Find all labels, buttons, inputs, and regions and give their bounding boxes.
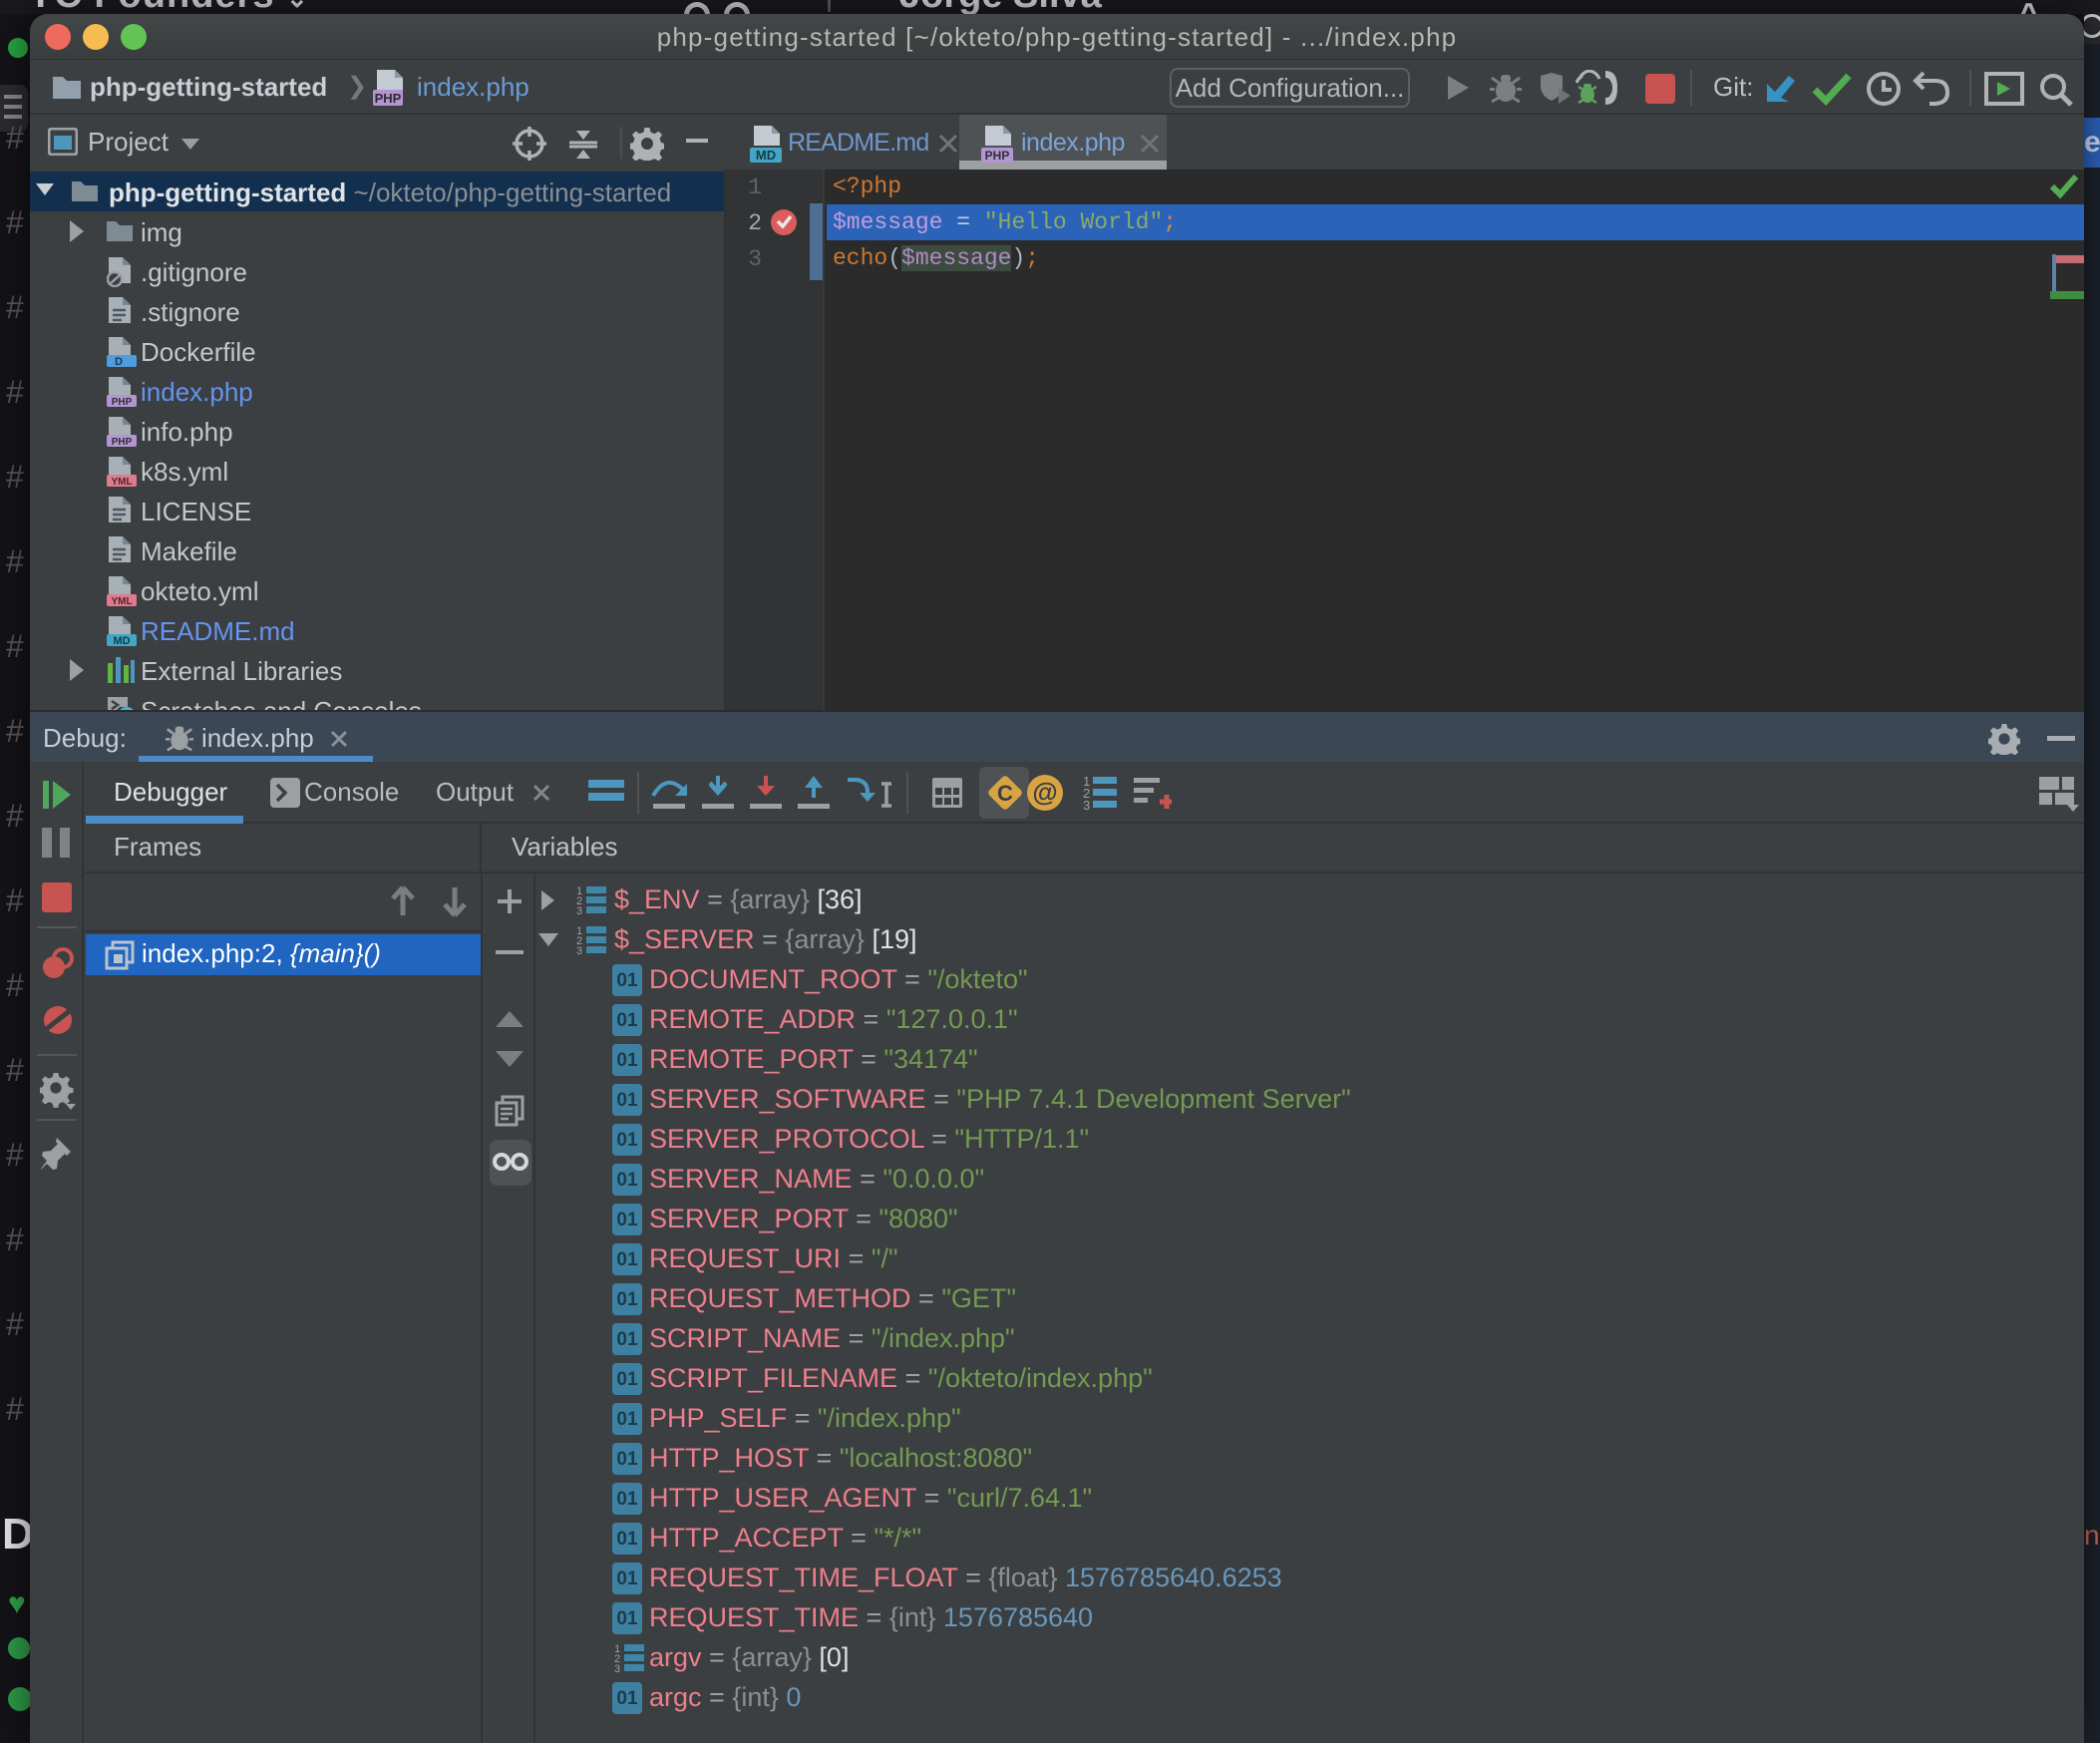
svg-text:C: C <box>997 781 1013 806</box>
svg-text:PHP: PHP <box>375 91 402 106</box>
svg-text:YML: YML <box>111 596 132 606</box>
svg-text:PHP: PHP <box>112 437 133 447</box>
svg-text:PHP: PHP <box>985 149 1010 163</box>
svg-text:MD: MD <box>113 635 130 646</box>
svg-text:3: 3 <box>1083 798 1090 812</box>
svg-text:MD: MD <box>756 148 776 163</box>
svg-text:3: 3 <box>614 1663 620 1673</box>
svg-text:PHP: PHP <box>112 397 133 407</box>
svg-text:D: D <box>115 356 123 367</box>
svg-text:@: @ <box>1032 777 1057 807</box>
svg-text:3: 3 <box>576 945 582 955</box>
svg-text:3: 3 <box>576 905 582 915</box>
svg-text:YML: YML <box>111 477 132 487</box>
